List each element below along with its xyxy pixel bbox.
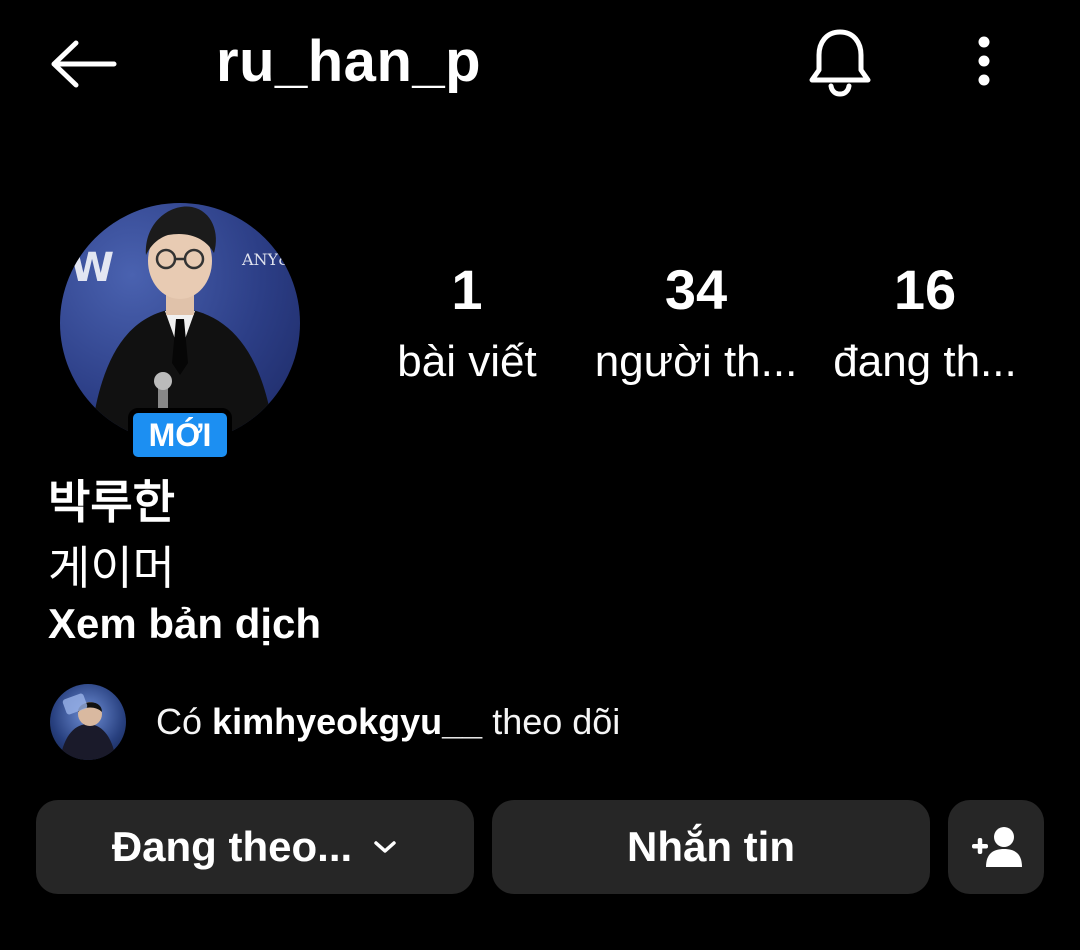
avatar-photo: W ANY&Co <box>70 206 300 443</box>
top-bar: ru_han_p <box>0 0 1080 130</box>
back-button[interactable] <box>48 34 120 94</box>
profile-screen: ru_han_p W ANY&Co <box>0 0 1080 950</box>
following-button-label: Đang theo... <box>111 823 353 870</box>
mutual-followers-row[interactable]: Có kimhyeokgyu__ theo dõi <box>50 684 620 760</box>
arrow-left-icon <box>51 40 117 88</box>
svg-text:W: W <box>70 245 114 291</box>
message-button[interactable]: Nhắn tin <box>492 800 930 894</box>
bell-icon <box>809 29 871 97</box>
following-button[interactable]: Đang theo... <box>36 800 474 894</box>
add-user-button[interactable] <box>948 800 1044 894</box>
add-person-icon <box>972 827 1022 867</box>
see-translation-link[interactable]: Xem bản dịch <box>48 600 321 648</box>
following-count: 16 <box>893 258 957 321</box>
profile-username-title: ru_han_p <box>216 29 482 94</box>
message-button-label: Nhắn tin <box>627 823 795 870</box>
more-options-button[interactable] <box>960 32 1008 92</box>
more-vertical-icon <box>978 36 990 86</box>
followers-label: người th... <box>594 337 798 386</box>
new-badge: MỚI <box>128 408 232 462</box>
chevron-down-icon <box>372 838 398 856</box>
stat-posts[interactable]: 1 bài viết <box>390 258 544 390</box>
posts-count: 1 <box>451 258 483 321</box>
followers-count: 34 <box>664 258 728 321</box>
notifications-button[interactable] <box>806 26 874 98</box>
mutual-followers-text: Có kimhyeokgyu__ theo dõi <box>156 701 620 743</box>
mutual-follower-avatar <box>50 684 126 760</box>
following-label: đang th... <box>833 337 1017 386</box>
svg-text:ANY&Co: ANY&Co <box>241 250 300 269</box>
stat-following[interactable]: 16 đang th... <box>826 258 1024 390</box>
profile-avatar-container[interactable]: W ANY&Co <box>60 203 300 443</box>
mutual-suffix: theo dõi <box>492 701 621 742</box>
posts-label: bài viết <box>397 337 537 386</box>
bio-text: 게이머 <box>48 542 175 594</box>
display-name: 박루한 <box>48 476 175 528</box>
mutual-username[interactable]: kimhyeokgyu__ <box>212 701 482 742</box>
mutual-prefix: Có <box>156 701 203 742</box>
profile-avatar: W ANY&Co <box>60 203 300 443</box>
stat-followers[interactable]: 34 người th... <box>590 258 802 390</box>
